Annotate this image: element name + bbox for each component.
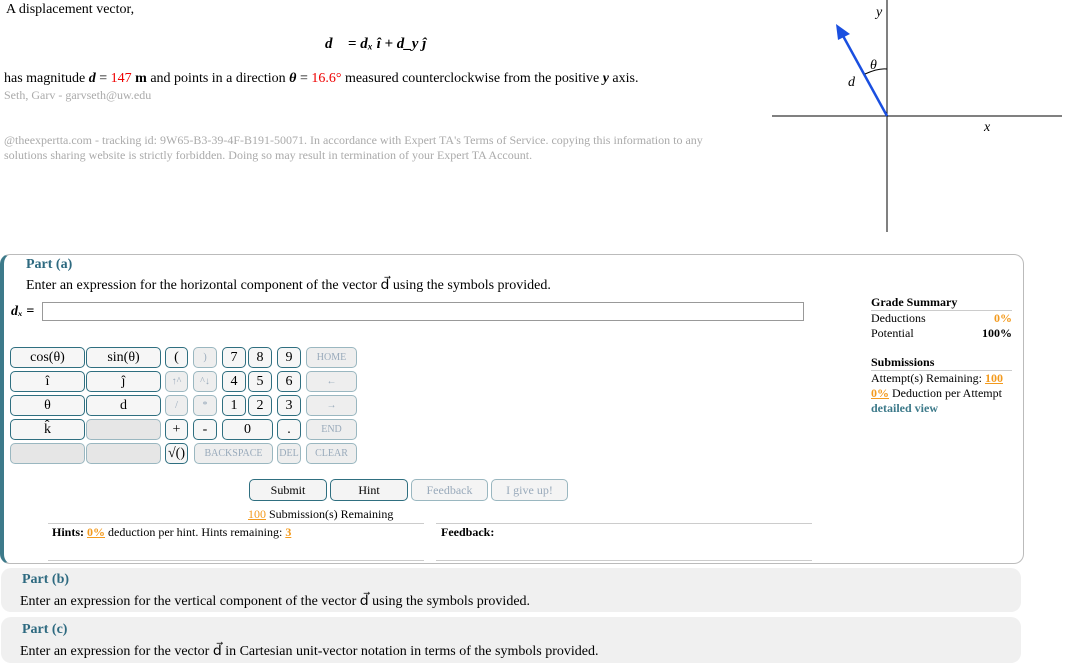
keypad-key[interactable]: ↑^ bbox=[165, 371, 188, 392]
potential-value: 100% bbox=[982, 326, 1012, 340]
deductions-label: Deductions bbox=[871, 311, 926, 325]
tracking-notice: @theexpertta.com - tracking id: 9W65-B3-… bbox=[4, 133, 703, 147]
attempts-value: 100 bbox=[984, 371, 1003, 385]
keypad-key[interactable]: ) bbox=[193, 347, 217, 368]
keypad-key[interactable]: √() bbox=[165, 443, 188, 464]
submissions-title: Submissions bbox=[871, 355, 1012, 371]
per-attempt-value: 0% bbox=[871, 386, 889, 400]
intro-text: A displacement vector, bbox=[6, 2, 135, 17]
keypad-key[interactable]: sin(θ) bbox=[86, 347, 161, 368]
text: Hints: bbox=[52, 525, 85, 539]
deductions-value: 0% bbox=[994, 311, 1012, 325]
attempts-label: Attempt(s) Remaining: bbox=[871, 371, 985, 385]
text: axis. bbox=[608, 71, 639, 86]
problem-statement: has magnitude d = 147 m and points in a … bbox=[4, 71, 638, 87]
keypad-key[interactable]: ^↓ bbox=[193, 371, 217, 392]
student-info: Seth, Garv - garvseth@uw.edu bbox=[4, 88, 152, 102]
hints-remaining: 3 bbox=[285, 525, 292, 539]
keypad-key[interactable]: î bbox=[10, 371, 85, 392]
keypad-key[interactable]: 0 bbox=[222, 419, 273, 440]
text: and points in a direction bbox=[146, 71, 290, 86]
part-b-title: Part (b) bbox=[22, 572, 70, 587]
keypad-key[interactable]: 7 bbox=[222, 347, 246, 368]
direction-value: 16.6° bbox=[311, 71, 342, 86]
keypad-key[interactable]: / bbox=[165, 395, 188, 416]
keypad-key[interactable]: k̂ bbox=[10, 419, 85, 440]
keypad-key[interactable]: HOME bbox=[306, 347, 357, 368]
keypad-key[interactable]: + bbox=[165, 419, 188, 440]
hint-button[interactable]: Hint bbox=[330, 479, 408, 501]
keypad-key[interactable]: DEL bbox=[277, 443, 301, 464]
grade-summary-title: Grade Summary bbox=[871, 295, 1012, 311]
text: d bbox=[88, 71, 96, 86]
feedback-label: Feedback: bbox=[441, 525, 495, 539]
keypad-key[interactable] bbox=[86, 419, 161, 440]
y-label: y bbox=[874, 5, 883, 20]
part-c-title: Part (c) bbox=[22, 622, 68, 637]
keypad-key[interactable]: . bbox=[277, 419, 301, 440]
x-label: x bbox=[983, 120, 991, 135]
keypad-key[interactable]: d bbox=[86, 395, 161, 416]
part-a-title: Part (a) bbox=[26, 257, 73, 272]
keypad-key[interactable]: cos(θ) bbox=[10, 347, 85, 368]
keypad-key[interactable]: → bbox=[306, 395, 357, 416]
submit-button[interactable]: Submit bbox=[249, 479, 327, 501]
theta-label: θ bbox=[870, 58, 877, 73]
remaining-count: 100 bbox=[248, 507, 266, 521]
keypad-key[interactable]: - bbox=[193, 419, 217, 440]
text: Submission(s) Remaining bbox=[266, 507, 394, 521]
text: deduction per hint. Hints remaining: bbox=[105, 525, 286, 539]
vector-diagram: y x θ d bbox=[772, 0, 1062, 232]
keypad-key[interactable]: * bbox=[193, 395, 217, 416]
keypad-key[interactable]: BACKSPACE bbox=[194, 443, 273, 464]
keypad-key[interactable]: ĵ bbox=[86, 371, 161, 392]
keypad-key[interactable]: ← bbox=[306, 371, 357, 392]
keypad-key[interactable]: CLEAR bbox=[306, 443, 357, 464]
potential-label: Potential bbox=[871, 326, 914, 340]
answer-input[interactable] bbox=[42, 302, 804, 321]
text: measured counterclockwise from the posit… bbox=[341, 71, 603, 86]
part-a-prompt: Enter an expression for the horizontal c… bbox=[26, 278, 551, 293]
keypad-key[interactable]: 4 bbox=[222, 371, 246, 392]
text: has magnitude bbox=[4, 71, 89, 86]
text: m bbox=[131, 71, 147, 86]
keypad-key[interactable]: 6 bbox=[277, 371, 301, 392]
vector-equation: d⃗ = dₓ î + d_y ĵ bbox=[325, 36, 427, 52]
detailed-view-link[interactable]: detailed view bbox=[871, 401, 1012, 416]
part-b-prompt: Enter an expression for the vertical com… bbox=[20, 594, 531, 609]
keypad-key[interactable]: END bbox=[306, 419, 357, 440]
keypad-key[interactable]: 9 bbox=[277, 347, 301, 368]
d-label: d bbox=[848, 75, 856, 90]
give-up-button[interactable]: I give up! bbox=[491, 479, 568, 501]
keypad-key[interactable]: 8 bbox=[248, 347, 272, 368]
feedback-button[interactable]: Feedback bbox=[411, 479, 488, 501]
input-label: dₓ = bbox=[11, 304, 35, 319]
keypad-key[interactable]: 5 bbox=[248, 371, 272, 392]
keypad-key[interactable]: θ bbox=[10, 395, 85, 416]
keypad-key[interactable] bbox=[86, 443, 161, 464]
keypad-key[interactable]: 1 bbox=[222, 395, 246, 416]
grade-summary: Grade Summary Deductions 0% Potential 100%… bbox=[871, 295, 1012, 416]
submissions-remaining: 100 Submission(s) Remaining bbox=[248, 507, 393, 522]
keypad-key[interactable] bbox=[10, 443, 85, 464]
text: = bbox=[296, 71, 312, 86]
part-c-prompt: Enter an expression for the vector d⃗ in… bbox=[20, 644, 599, 659]
magnitude-value: 147 bbox=[110, 71, 132, 86]
text: = bbox=[95, 71, 111, 86]
keypad-key[interactable]: 2 bbox=[248, 395, 272, 416]
hint-deduction: 0% bbox=[87, 525, 106, 539]
hints-info: Hints: 0% deduction per hint. Hints rema… bbox=[52, 525, 291, 540]
keypad-key[interactable]: 3 bbox=[277, 395, 301, 416]
per-attempt-label: Deduction per Attempt bbox=[889, 386, 1002, 400]
tracking-notice-2: solutions sharing website is strictly fo… bbox=[4, 148, 533, 162]
keypad-key[interactable]: ( bbox=[165, 347, 188, 368]
